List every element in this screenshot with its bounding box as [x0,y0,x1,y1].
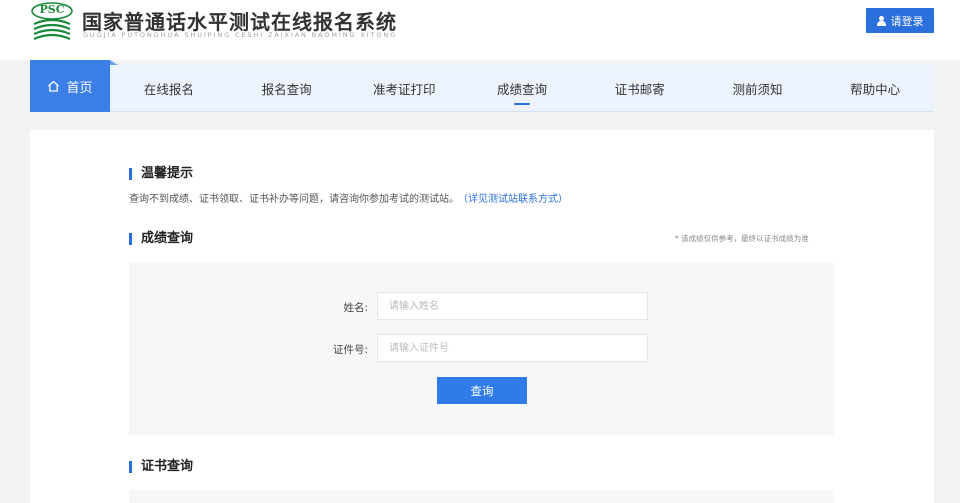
nav-item-label: 证书邮寄 [614,82,665,97]
nav-item-label: 准考证打印 [373,82,436,97]
nav-item-admission-ticket[interactable]: 准考证打印 [345,65,463,112]
name-label: 姓名: [343,302,368,314]
nav-item-label: 成绩查询 [497,82,548,97]
nav-item-pre-test-notice[interactable]: 测前须知 [699,65,817,112]
login-label: 请登录 [890,14,924,28]
id-number-input[interactable] [377,334,648,362]
tips-body: 查询不到成绩、证书领取、证书补办等问题，请咨询你参加考试的测试站。 [129,194,459,205]
logo-text: PSC [39,3,65,16]
score-query-title: 成绩查询 [129,231,193,247]
nav-items: 在线报名 报名查询 准考证打印 成绩查询 证书邮寄 测前须知 帮助中心 [110,65,934,112]
site-pinyin: GUOJIA PUTONGHUA SHUIPING CESHI ZAIXIAN … [83,31,398,39]
id-number-label: 证件号: [332,344,368,356]
home-icon [47,80,60,92]
nav-item-help-center[interactable]: 帮助中心 [816,65,934,112]
test-station-contact-link[interactable]: （详见测试站联系方式） [463,194,568,205]
nav-item-registration-query[interactable]: 报名查询 [228,65,346,112]
nav-item-online-registration[interactable]: 在线报名 [110,65,228,112]
nav-item-label: 在线报名 [143,82,194,97]
score-search-button[interactable]: 查询 [437,377,527,404]
name-input[interactable] [377,292,648,320]
login-button[interactable]: 请登录 [866,8,934,33]
cert-query-title: 证书查询 [129,459,193,475]
nav-item-label: 测前须知 [732,82,783,97]
nav-home-label: 首页 [66,80,93,96]
nav-item-label: 帮助中心 [850,82,901,97]
main-nav: 首页 在线报名 报名查询 准考证打印 成绩查询 证书邮寄 测前须知 帮助中心 [30,60,934,112]
score-note: * 该成绩仅供参考，最终以证书成绩为准 [675,234,809,243]
user-icon [876,15,886,26]
nav-item-label: 报名查询 [261,82,312,97]
nav-item-certificate-mail[interactable]: 证书邮寄 [581,65,699,112]
tips-text: 查询不到成绩、证书领取、证书补办等问题，请咨询你参加考试的测试站。 （详见测试站联… [129,190,568,205]
nav-item-score-query[interactable]: 成绩查询 [463,65,581,112]
tips-title: 温馨提示 [129,166,193,182]
top-header: PSC 国家普通话水平测试在线报名系统 GUOJIA PUTONGHUA SHU… [0,0,960,60]
cert-query-panel [129,490,834,503]
nav-home[interactable]: 首页 [30,60,118,112]
